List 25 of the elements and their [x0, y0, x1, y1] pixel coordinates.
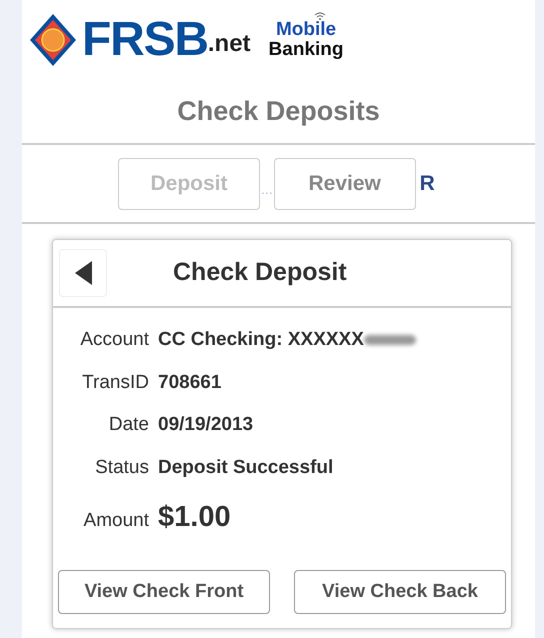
banking-label: Banking [268, 40, 344, 60]
step-tab[interactable]: Review [274, 158, 416, 210]
brand-suffix: .net [208, 29, 251, 59]
next-step-link[interactable]: R [420, 168, 435, 200]
back-arrow-icon [73, 260, 93, 286]
card-title: Check Deposit [173, 257, 347, 288]
wifi-icon [314, 12, 326, 20]
page-title: Check Deposits [177, 95, 380, 128]
field-label: Date [108, 413, 149, 437]
field-label: Amount [82, 508, 149, 532]
back-button[interactable] [59, 249, 107, 297]
field-value: 09/19/2013 [158, 413, 254, 437]
field-label: TransID [81, 370, 149, 394]
field-value: CC Checking: XXXXXX [158, 328, 364, 352]
field-value: Deposit Successful [158, 456, 334, 480]
field-value: $1.00 [158, 500, 231, 535]
view-check-button[interactable]: View Check Front [58, 570, 270, 614]
step-separator: ... [260, 180, 274, 199]
field-label: Account [79, 328, 149, 352]
field-value: 708661 [158, 370, 222, 394]
mobile-label: Mobile [276, 20, 336, 40]
field-label: Status [94, 456, 149, 480]
brand-name: FRSB [82, 16, 208, 64]
diamond-logo-icon [28, 12, 78, 68]
view-check-button[interactable]: View Check Back [294, 570, 506, 614]
